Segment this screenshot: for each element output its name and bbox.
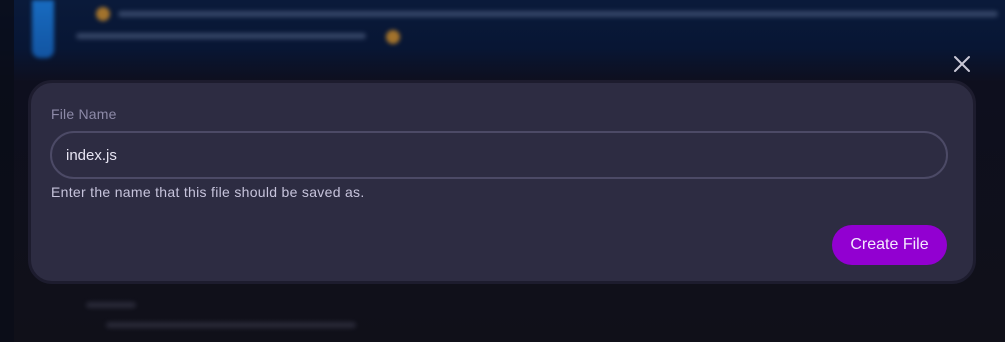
background-text-line <box>76 33 366 39</box>
file-name-help-text: Enter the name that this file should be … <box>51 184 365 200</box>
background-text-line <box>106 322 356 328</box>
create-file-dialog: File Name Enter the name that this file … <box>28 80 976 284</box>
close-dialog-button[interactable] <box>950 52 974 76</box>
file-name-input[interactable] <box>52 133 946 177</box>
background-sidebar <box>0 0 14 342</box>
file-name-label: File Name <box>51 106 117 122</box>
file-name-field[interactable] <box>50 131 948 179</box>
close-icon <box>954 56 970 72</box>
background-text-line <box>118 11 998 17</box>
create-file-button[interactable]: Create File <box>832 225 947 265</box>
background-accent-bar <box>32 0 54 58</box>
background-text-line <box>86 302 136 308</box>
background-badge <box>96 7 110 21</box>
background-badge <box>386 30 400 44</box>
